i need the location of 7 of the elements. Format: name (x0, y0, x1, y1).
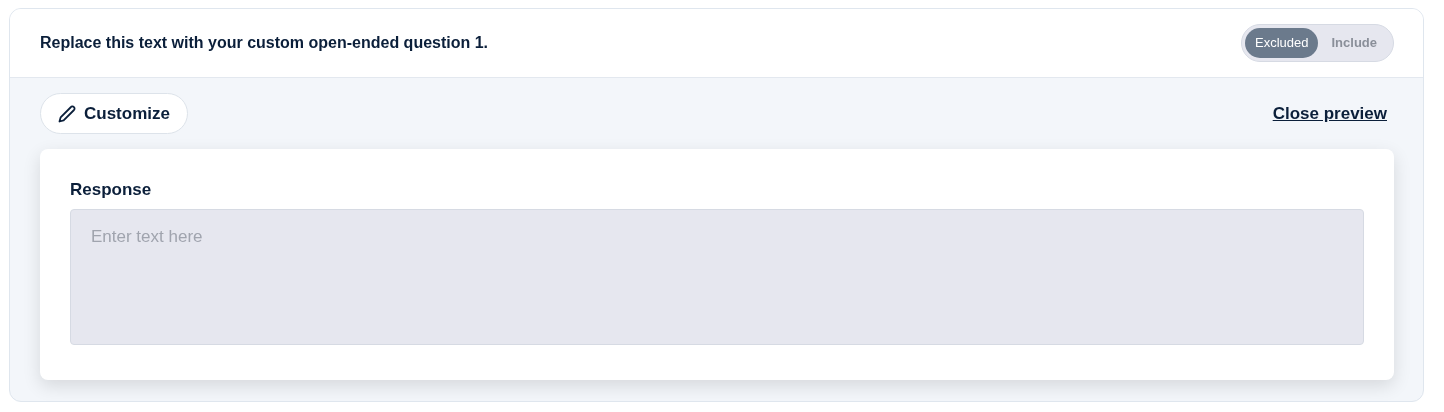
pencil-icon (58, 104, 76, 123)
customize-button[interactable]: Customize (40, 93, 188, 134)
response-label: Response (70, 179, 153, 201)
toggle-option[interactable]: Excluded (1245, 28, 1319, 58)
question-title: Replace this text with your custom open-ended question 1. (40, 33, 489, 53)
close-preview-link[interactable]: Close preview (1272, 100, 1387, 127)
response-field[interactable]: Enter text here (70, 209, 1364, 345)
